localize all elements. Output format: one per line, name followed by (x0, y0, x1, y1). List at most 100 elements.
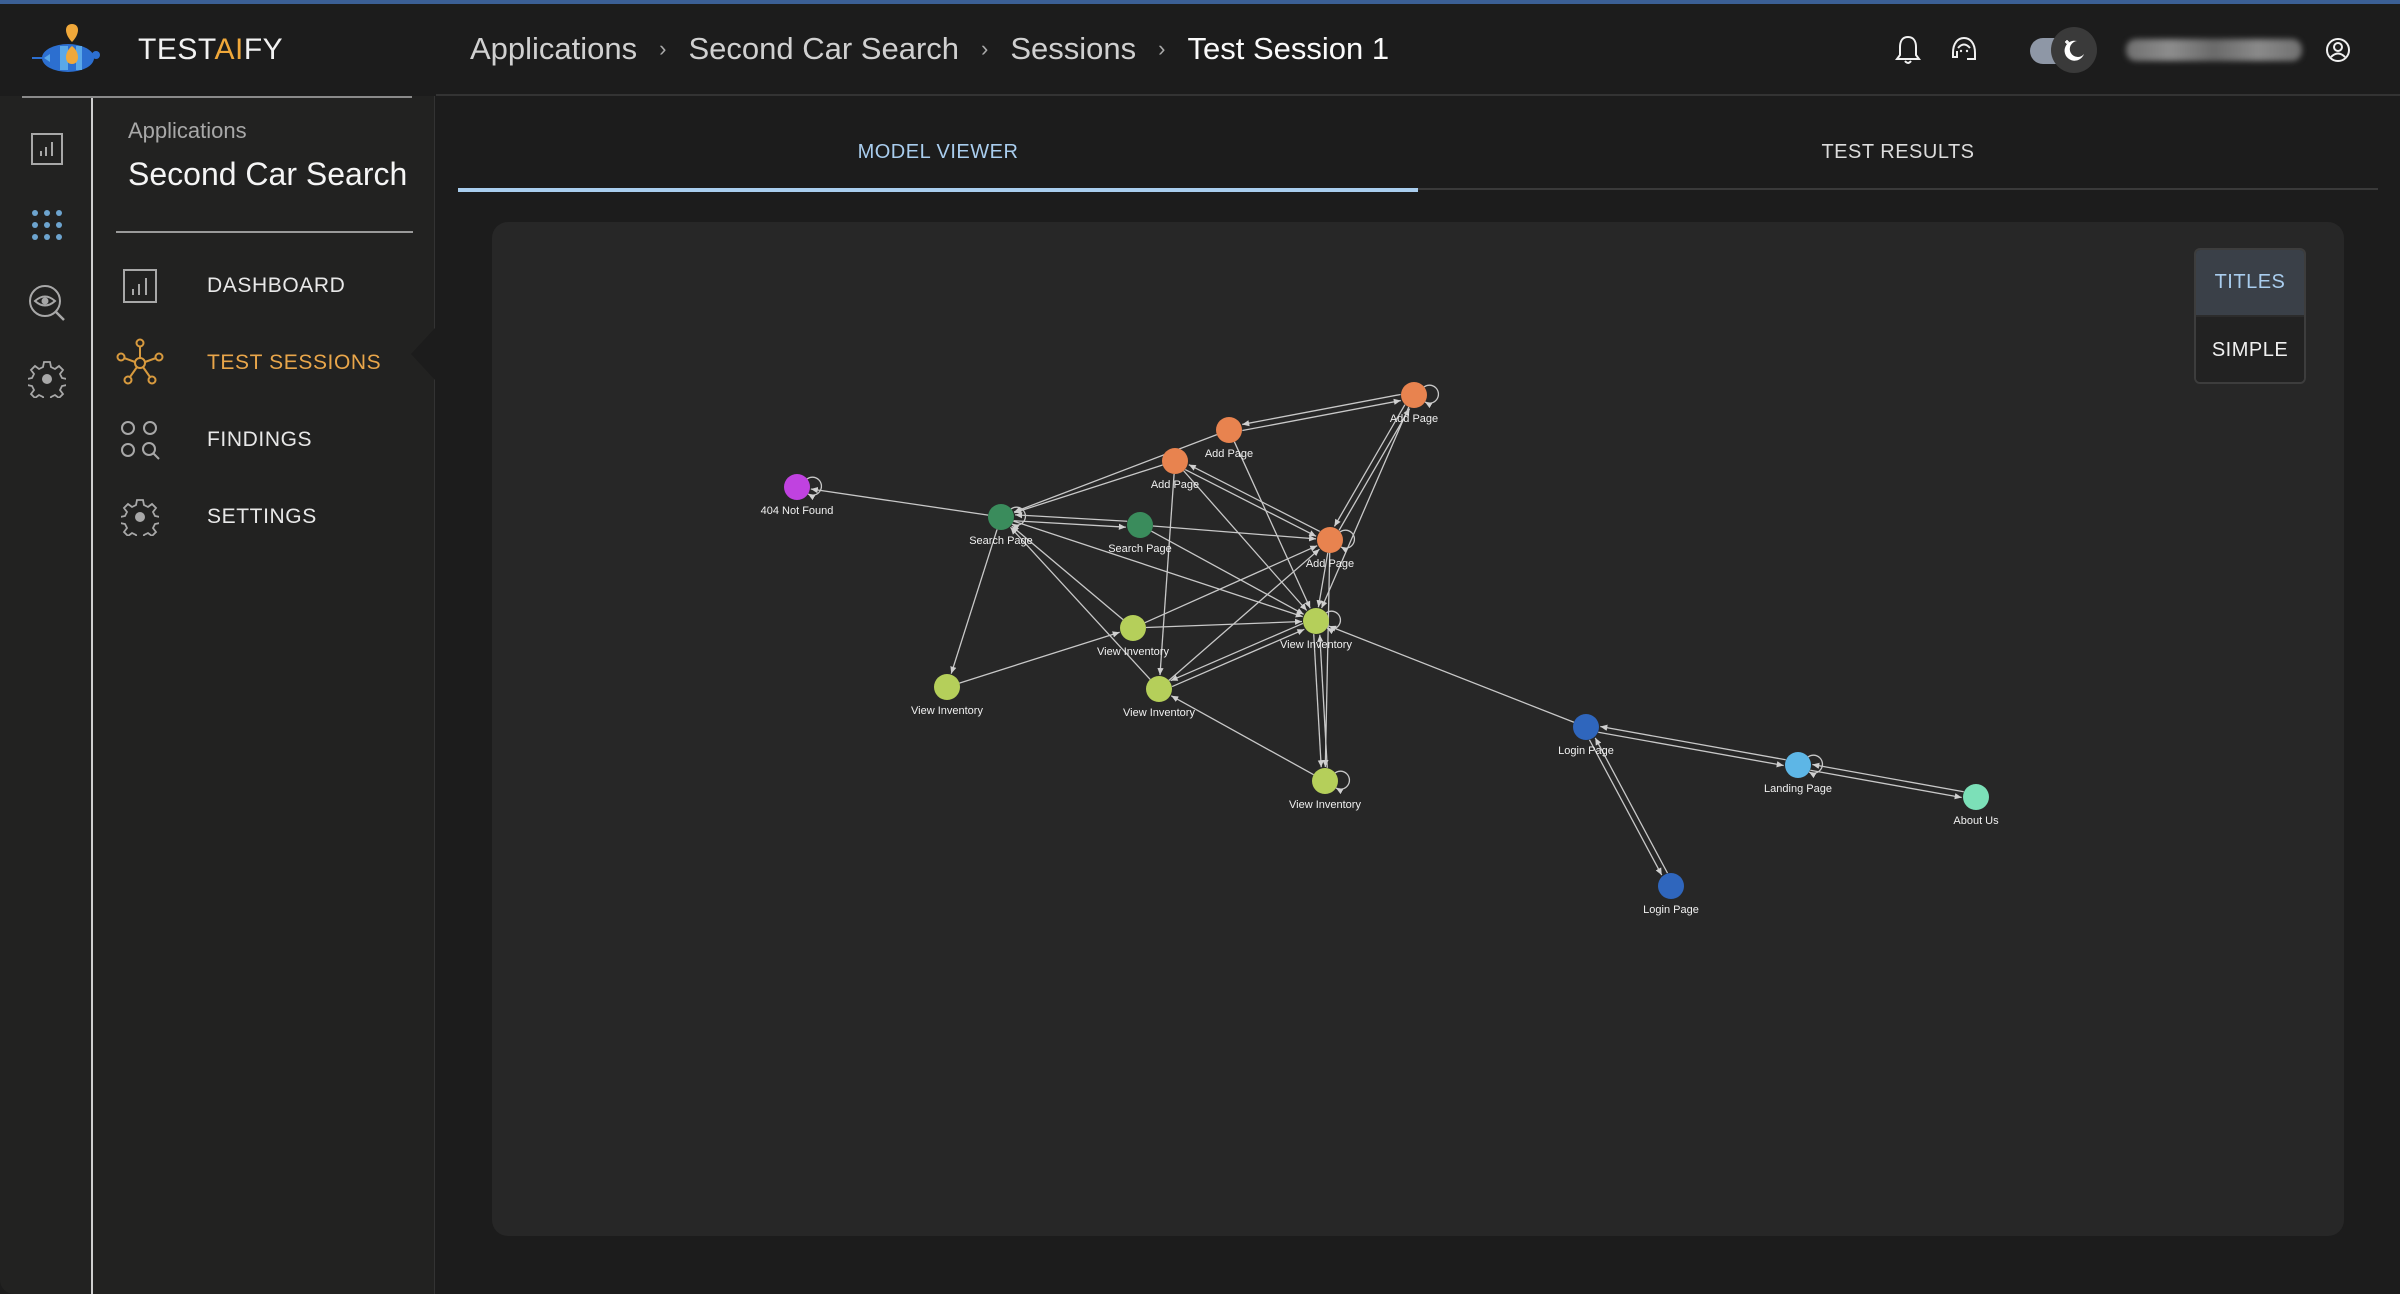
app-root: TESTAIFY Applications Second Car Search (0, 4, 2400, 1294)
graph-edge-vi2-vi5 (1313, 634, 1324, 768)
sidebar-divider (116, 231, 413, 233)
graph-node-circle[interactable] (1120, 615, 1146, 641)
sidebar-item-settings[interactable]: SETTINGS (115, 487, 415, 547)
sidebar-item-label: FINDINGS (207, 428, 313, 451)
graph-nodes: 404 Not Found Search Page Search Page Add P… (761, 382, 1999, 916)
graph-node-vi5[interactable]: View Inventory (1289, 768, 1361, 811)
bell-icon[interactable] (1886, 28, 1930, 72)
view-mode-toggle: TITLES SIMPLE (2194, 248, 2306, 384)
graph-edge-about-land (1812, 762, 1964, 793)
graph-node-circle[interactable] (1127, 512, 1153, 538)
graph-node-label: About Us (1953, 815, 1999, 827)
graph-node-label: Add Page (1390, 413, 1438, 425)
graph-edge-sp1-n404 (810, 486, 989, 516)
sidebar-item-label: SETTINGS (207, 505, 317, 528)
brand-name: TESTAIFY (138, 33, 284, 66)
graph-node-circle[interactable] (1658, 873, 1684, 899)
graph-edge-vi4-vi2 (1171, 628, 1305, 688)
graph-node-circle[interactable] (934, 674, 960, 700)
theme-toggle-moon-icon (2051, 27, 2097, 73)
graph-node-vi3[interactable]: View Inventory (911, 674, 983, 717)
header-actions (1886, 4, 2400, 96)
user-profile-icon[interactable] (2316, 28, 2360, 72)
graph-node-lp1[interactable]: Login Page (1558, 714, 1614, 757)
graph-node-label: Search Page (1108, 543, 1172, 555)
graph-node-label: Search Page (969, 535, 1033, 547)
graph-edge-lp1-vi2 (1328, 625, 1575, 723)
sidebar-item-label: TEST SESSIONS (207, 351, 382, 374)
sidebar-item-dashboard[interactable]: DASHBOARD (115, 256, 415, 316)
dashboard-icon (115, 261, 165, 311)
findings-icon (115, 415, 165, 465)
mode-titles-button[interactable]: TITLES (2196, 250, 2304, 317)
graph-node-circle[interactable] (1317, 527, 1343, 553)
graph-node-vi2[interactable]: View Inventory (1280, 608, 1352, 651)
graph-edge-ap3-vi2 (1320, 406, 1410, 609)
rail-settings-gear-icon[interactable] (26, 358, 68, 400)
rail-dashboard-icon[interactable] (26, 128, 68, 170)
graph-edge-land-lp1 (1600, 724, 1786, 761)
graph-node-lp2[interactable]: Login Page (1643, 873, 1699, 916)
tab-test-results[interactable]: TEST RESULTS (1418, 114, 2378, 190)
graph-edges (810, 393, 1964, 876)
graph-node-circle[interactable] (784, 474, 810, 500)
graph-node-label: View Inventory (911, 705, 983, 717)
graph-edge-vi2-vi4 (1170, 622, 1304, 682)
sidebar-item-label: DASHBOARD (207, 274, 346, 297)
user-name-blurred[interactable] (2126, 39, 2302, 61)
sidebar-app-title: Second Car Search (128, 156, 408, 192)
model-graph[interactable]: 404 Not Found Search Page Search Page Add P… (492, 222, 2344, 1236)
sidebar-section-label: Applications (128, 118, 247, 143)
sidebar-item-test-sessions[interactable]: TEST SESSIONS (115, 333, 415, 393)
graph-node-label: View Inventory (1280, 639, 1352, 651)
chevron-right-icon: › (1158, 36, 1166, 61)
graph-node-label: View Inventory (1123, 707, 1195, 719)
graph-node-vi4[interactable]: View Inventory (1123, 676, 1195, 719)
graph-node-circle[interactable] (1216, 417, 1242, 443)
graph-edge-vi1-vi2 (1145, 618, 1303, 629)
chevron-right-icon: › (981, 36, 989, 61)
graph-node-circle[interactable] (1312, 768, 1338, 794)
graph-node-label: Add Page (1151, 479, 1199, 491)
top-header: Applications › Second Car Search › Sessi… (436, 4, 2400, 96)
gear-icon (115, 492, 165, 542)
graph-node-label: View Inventory (1097, 646, 1169, 658)
graph-node-circle[interactable] (1785, 752, 1811, 778)
rail-insights-eye-icon[interactable] (26, 282, 68, 324)
sidebar-item-findings[interactable]: FINDINGS (115, 410, 415, 470)
graph-node-circle[interactable] (988, 504, 1014, 530)
graph-edge-ap1-sp1 (1014, 464, 1163, 514)
graph-node-circle[interactable] (1573, 714, 1599, 740)
graph-node-circle[interactable] (1146, 676, 1172, 702)
graph-node-circle[interactable] (1401, 382, 1427, 408)
support-headset-icon[interactable] (1942, 28, 1986, 72)
breadcrumb-applications[interactable]: Applications (470, 31, 637, 67)
theme-toggle[interactable] (2026, 27, 2098, 73)
left-sidebar: TESTAIFY Applications Second Car Search (0, 4, 435, 1294)
graph-node-circle[interactable] (1963, 784, 1989, 810)
brand[interactable]: TESTAIFY (0, 4, 435, 96)
graph-node-circle[interactable] (1303, 608, 1329, 634)
graph-edge-ap1-vi2 (1183, 470, 1308, 611)
tab-model-viewer[interactable]: MODEL VIEWER (458, 114, 1418, 192)
mode-simple-button[interactable]: SIMPLE (2196, 317, 2304, 382)
model-graph-panel[interactable]: 404 Not Found Search Page Search Page Add P… (492, 222, 2344, 1236)
graph-node-sp2[interactable]: Search Page (1108, 512, 1172, 555)
graph-node-circle[interactable] (1162, 448, 1188, 474)
graph-node-about[interactable]: About Us (1953, 784, 1999, 827)
graph-edge-vi1-ap4 (1144, 545, 1318, 624)
graph-node-label: Landing Page (1764, 783, 1832, 795)
graph-node-ap1[interactable]: Add Page (1151, 448, 1199, 491)
rail-apps-grid-icon[interactable] (26, 204, 68, 246)
graph-node-label: View Inventory (1289, 799, 1361, 811)
graph-edge-sp2-sp1 (1015, 512, 1128, 522)
breadcrumb-application[interactable]: Second Car Search (688, 31, 959, 67)
graph-edge-ap4-ap3 (1338, 408, 1411, 531)
breadcrumb-sessions[interactable]: Sessions (1010, 31, 1136, 67)
icon-rail (0, 98, 93, 1294)
graph-node-n404[interactable]: 404 Not Found (761, 474, 834, 517)
graph-edge-lp1-lp2 (1588, 739, 1663, 876)
graph-edge-vi3-vi1 (959, 631, 1120, 684)
breadcrumb: Applications › Second Car Search › Sessi… (470, 31, 1389, 67)
graph-node-land[interactable]: Landing Page (1764, 752, 1832, 795)
